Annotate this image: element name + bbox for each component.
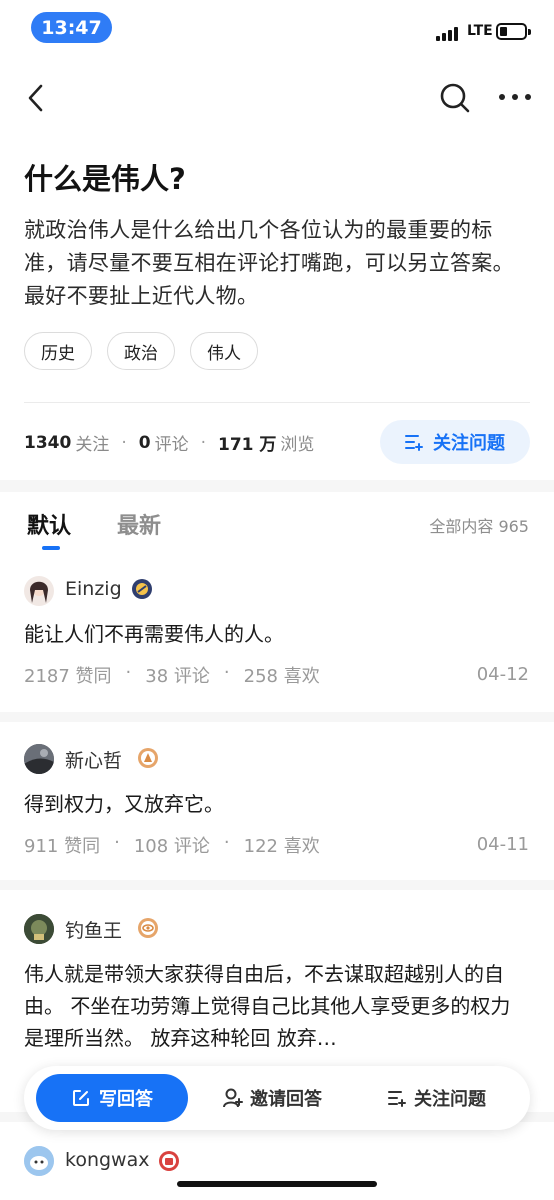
answer-favs: 258 喜欢 [243,666,320,687]
comments-count: 0 [138,432,151,453]
more-icon[interactable] [498,92,532,102]
answer-tabs: 默认 最新 全部内容 965 [0,492,554,566]
write-answer-label: 写回答 [99,1089,153,1110]
answer-card[interactable]: 新心哲 得到权力，又放弃它。 911 赞同 · 108 评论 · 122 喜欢 04… [0,722,554,880]
nav-bar [0,60,554,136]
active-tab-indicator [42,546,60,550]
topic-tags: 历史 政治 伟人 [24,332,258,370]
tab-latest[interactable]: 最新 [117,508,161,540]
avatar[interactable] [24,914,54,944]
follow-list-icon [405,435,423,451]
invite-answer-label: 邀请回答 [250,1089,322,1110]
answer-favs: 122 喜欢 [243,836,320,857]
answer-excerpt[interactable]: 能让人们不再需要伟人的人。 [24,618,524,650]
views-count: 171 万 [217,435,277,455]
question-stats: 1340 关注 · 0 评论 · 171 万 浏览 [24,430,315,456]
author-name[interactable]: Einzig [65,578,122,600]
author-name[interactable]: 钓鱼王 [65,916,122,943]
answer-date: 04-12 [476,664,529,685]
followers-label: 关注 [75,435,110,455]
answer-meta: 911 赞同 · 108 评论 · 122 喜欢 [24,832,320,857]
topic-tag[interactable]: 政治 [107,332,175,370]
views-label: 浏览 [280,435,315,455]
comments-label[interactable]: 评论 [155,430,189,455]
status-time: 13:47 [31,12,112,43]
follow-question-label: 关注问题 [433,433,505,454]
user-badge-icon [159,1151,179,1171]
question-title: 什么是伟人? [24,162,186,196]
signal-icon [436,25,458,41]
answer-comments: 108 评论 [133,836,210,857]
bottom-action-bar: 写回答 邀请回答 关注问题 [24,1066,530,1130]
topic-tag[interactable]: 伟人 [190,332,258,370]
user-badge-icon [138,918,158,938]
write-answer-button[interactable]: 写回答 [36,1074,188,1122]
edit-icon [73,1090,89,1106]
answer-comments: 38 评论 [145,666,210,687]
answer-card[interactable]: kongwax [0,1122,554,1200]
follow-question-button[interactable]: 关注问题 [380,420,530,464]
avatar[interactable] [24,744,54,774]
invite-answer-button[interactable]: 邀请回答 [222,1074,322,1122]
answer-date: 04-11 [476,834,529,855]
tab-default[interactable]: 默认 [27,508,71,540]
user-badge-icon [138,748,158,768]
followers-count: 1340 [24,432,72,453]
topic-tag[interactable]: 历史 [24,332,92,370]
author-name[interactable]: kongwax [65,1149,149,1171]
user-badge-icon [132,579,152,599]
author-name[interactable]: 新心哲 [65,746,122,773]
follow-list-icon [388,1091,406,1107]
answer-excerpt[interactable]: 得到权力，又放弃它。 [24,788,524,820]
question-card: 什么是伟人? 就政治伟人是什么给出几个各位认为的最重要的标准，请尽量不要互相在评… [0,136,554,480]
home-indicator [177,1181,377,1187]
follow-question-bar-button[interactable]: 关注问题 [388,1074,486,1122]
avatar[interactable] [24,576,54,606]
status-bar: 13:47 LTE [0,0,554,60]
search-icon[interactable] [438,80,472,116]
answer-excerpt[interactable]: 伟人就是带领大家获得自由后，不去谋取超越别人的自由。 不坐在功劳簿上觉得自己比其… [24,958,524,1054]
answer-meta: 2187 赞同 · 38 评论 · 258 喜欢 [24,662,320,687]
avatar[interactable] [24,1146,54,1176]
total-content-count: 全部内容 965 [429,517,529,536]
answer-likes: 2187 赞同 [24,666,112,687]
question-description: 就政治伟人是什么给出几个各位认为的最重要的标准，请尽量不要互相在评论打嘴跑，可以… [24,218,514,308]
network-label: LTE [467,23,493,39]
invite-user-icon [223,1088,243,1108]
follow-question-bar-label: 关注问题 [414,1089,486,1110]
answer-likes: 911 赞同 [24,836,101,857]
answer-card[interactable]: Einzig 能让人们不再需要伟人的人。 2187 赞同 · 38 评论 · 258… [0,566,554,712]
battery-icon [496,23,531,40]
divider [24,402,530,403]
back-icon[interactable] [22,78,52,118]
